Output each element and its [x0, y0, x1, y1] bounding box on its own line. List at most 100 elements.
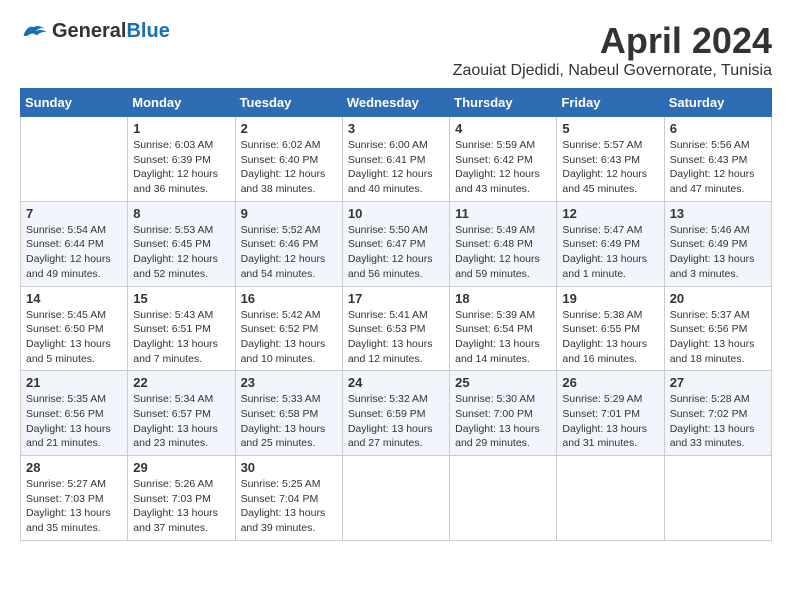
day-info: Sunrise: 5:32 AM Sunset: 6:59 PM Dayligh…: [348, 392, 444, 451]
calendar-cell: 7 Sunrise: 5:54 AM Sunset: 6:44 PM Daylig…: [21, 201, 128, 286]
day-info: Sunrise: 6:03 AM Sunset: 6:39 PM Dayligh…: [133, 138, 229, 197]
logo-bird-icon: [20, 21, 48, 43]
day-number: 2: [241, 121, 337, 136]
calendar-week-row: 14Sunrise: 5:45 AM Sunset: 6:50 PM Dayli…: [21, 286, 772, 371]
calendar-cell: 16 Sunrise: 5:42 AM Sunset: 6:52 PM Dayli…: [235, 286, 342, 371]
day-info: Sunrise: 5:50 AM Sunset: 6:47 PM Dayligh…: [348, 223, 444, 282]
calendar-cell: 14Sunrise: 5:45 AM Sunset: 6:50 PM Dayli…: [21, 286, 128, 371]
day-number: 13: [670, 206, 766, 221]
calendar-cell: 28 Sunrise: 5:27 AM Sunset: 7:03 PM Dayli…: [21, 456, 128, 541]
page-header: GeneralBlue April 2024 Zaouiat Djedidi, …: [20, 20, 772, 80]
day-number: 18: [455, 291, 551, 306]
day-number: 11: [455, 206, 551, 221]
day-info: Sunrise: 5:56 AM Sunset: 6:43 PM Dayligh…: [670, 138, 766, 197]
calendar-cell: 6 Sunrise: 5:56 AM Sunset: 6:43 PM Daylig…: [664, 117, 771, 202]
calendar-cell: 15Sunrise: 5:43 AM Sunset: 6:51 PM Dayli…: [128, 286, 235, 371]
day-info: Sunrise: 5:27 AM Sunset: 7:03 PM Dayligh…: [26, 477, 122, 536]
day-number: 14: [26, 291, 122, 306]
calendar-week-row: 1 Sunrise: 6:03 AM Sunset: 6:39 PM Daylig…: [21, 117, 772, 202]
day-info: Sunrise: 5:57 AM Sunset: 6:43 PM Dayligh…: [562, 138, 658, 197]
day-info: Sunrise: 5:29 AM Sunset: 7:01 PM Dayligh…: [562, 392, 658, 451]
month-title: April 2024: [453, 20, 772, 62]
day-info: Sunrise: 5:39 AM Sunset: 6:54 PM Dayligh…: [455, 308, 551, 367]
day-of-week-header: Sunday: [21, 89, 128, 117]
logo-general: General: [52, 20, 126, 42]
day-number: 17: [348, 291, 444, 306]
day-info: Sunrise: 5:28 AM Sunset: 7:02 PM Dayligh…: [670, 392, 766, 451]
day-info: Sunrise: 6:00 AM Sunset: 6:41 PM Dayligh…: [348, 138, 444, 197]
day-number: 16: [241, 291, 337, 306]
day-number: 1: [133, 121, 229, 136]
calendar-cell: [450, 456, 557, 541]
day-number: 10: [348, 206, 444, 221]
day-info: Sunrise: 5:35 AM Sunset: 6:56 PM Dayligh…: [26, 392, 122, 451]
calendar-week-row: 7 Sunrise: 5:54 AM Sunset: 6:44 PM Daylig…: [21, 201, 772, 286]
day-number: 21: [26, 375, 122, 390]
calendar-week-row: 21 Sunrise: 5:35 AM Sunset: 6:56 PM Dayli…: [21, 371, 772, 456]
calendar-table: SundayMondayTuesdayWednesdayThursdayFrid…: [20, 88, 772, 541]
day-info: Sunrise: 5:30 AM Sunset: 7:00 PM Dayligh…: [455, 392, 551, 451]
calendar-cell: 21 Sunrise: 5:35 AM Sunset: 6:56 PM Dayli…: [21, 371, 128, 456]
day-of-week-header: Thursday: [450, 89, 557, 117]
day-info: Sunrise: 5:47 AM Sunset: 6:49 PM Dayligh…: [562, 223, 658, 282]
day-of-week-header: Friday: [557, 89, 664, 117]
title-block: April 2024 Zaouiat Djedidi, Nabeul Gover…: [453, 20, 772, 80]
day-number: 7: [26, 206, 122, 221]
day-number: 15: [133, 291, 229, 306]
calendar-cell: 19Sunrise: 5:38 AM Sunset: 6:55 PM Dayli…: [557, 286, 664, 371]
day-info: Sunrise: 5:49 AM Sunset: 6:48 PM Dayligh…: [455, 223, 551, 282]
day-info: Sunrise: 5:46 AM Sunset: 6:49 PM Dayligh…: [670, 223, 766, 282]
day-info: Sunrise: 5:37 AM Sunset: 6:56 PM Dayligh…: [670, 308, 766, 367]
day-number: 5: [562, 121, 658, 136]
day-number: 9: [241, 206, 337, 221]
calendar-cell: 18 Sunrise: 5:39 AM Sunset: 6:54 PM Dayli…: [450, 286, 557, 371]
day-number: 20: [670, 291, 766, 306]
day-number: 25: [455, 375, 551, 390]
day-number: 23: [241, 375, 337, 390]
calendar-cell: 4Sunrise: 5:59 AM Sunset: 6:42 PM Daylig…: [450, 117, 557, 202]
day-of-week-header: Monday: [128, 89, 235, 117]
location-title: Zaouiat Djedidi, Nabeul Governorate, Tun…: [453, 62, 772, 80]
day-number: 12: [562, 206, 658, 221]
day-info: Sunrise: 5:25 AM Sunset: 7:04 PM Dayligh…: [241, 477, 337, 536]
logo-blue: Blue: [126, 20, 169, 42]
calendar-cell: [557, 456, 664, 541]
day-info: Sunrise: 5:59 AM Sunset: 6:42 PM Dayligh…: [455, 138, 551, 197]
day-info: Sunrise: 5:53 AM Sunset: 6:45 PM Dayligh…: [133, 223, 229, 282]
logo: GeneralBlue: [20, 20, 170, 43]
day-info: Sunrise: 5:33 AM Sunset: 6:58 PM Dayligh…: [241, 392, 337, 451]
calendar-cell: [21, 117, 128, 202]
calendar-cell: 12 Sunrise: 5:47 AM Sunset: 6:49 PM Dayli…: [557, 201, 664, 286]
calendar-cell: 13 Sunrise: 5:46 AM Sunset: 6:49 PM Dayli…: [664, 201, 771, 286]
day-number: 28: [26, 460, 122, 475]
day-info: Sunrise: 5:42 AM Sunset: 6:52 PM Dayligh…: [241, 308, 337, 367]
day-of-week-header: Tuesday: [235, 89, 342, 117]
day-info: Sunrise: 5:52 AM Sunset: 6:46 PM Dayligh…: [241, 223, 337, 282]
calendar-cell: 24 Sunrise: 5:32 AM Sunset: 6:59 PM Dayli…: [342, 371, 449, 456]
calendar-cell: 30 Sunrise: 5:25 AM Sunset: 7:04 PM Dayli…: [235, 456, 342, 541]
day-info: Sunrise: 5:54 AM Sunset: 6:44 PM Dayligh…: [26, 223, 122, 282]
calendar-cell: [342, 456, 449, 541]
day-number: 24: [348, 375, 444, 390]
day-info: Sunrise: 5:26 AM Sunset: 7:03 PM Dayligh…: [133, 477, 229, 536]
day-number: 30: [241, 460, 337, 475]
day-info: Sunrise: 5:41 AM Sunset: 6:53 PM Dayligh…: [348, 308, 444, 367]
calendar-cell: 22 Sunrise: 5:34 AM Sunset: 6:57 PM Dayli…: [128, 371, 235, 456]
calendar-cell: 29Sunrise: 5:26 AM Sunset: 7:03 PM Dayli…: [128, 456, 235, 541]
day-info: Sunrise: 5:38 AM Sunset: 6:55 PM Dayligh…: [562, 308, 658, 367]
calendar-cell: 10 Sunrise: 5:50 AM Sunset: 6:47 PM Dayli…: [342, 201, 449, 286]
day-number: 6: [670, 121, 766, 136]
calendar-cell: 20 Sunrise: 5:37 AM Sunset: 6:56 PM Dayli…: [664, 286, 771, 371]
day-number: 8: [133, 206, 229, 221]
calendar-cell: 27 Sunrise: 5:28 AM Sunset: 7:02 PM Dayli…: [664, 371, 771, 456]
calendar-cell: 9 Sunrise: 5:52 AM Sunset: 6:46 PM Daylig…: [235, 201, 342, 286]
day-info: Sunrise: 6:02 AM Sunset: 6:40 PM Dayligh…: [241, 138, 337, 197]
calendar-cell: 1 Sunrise: 6:03 AM Sunset: 6:39 PM Daylig…: [128, 117, 235, 202]
calendar-cell: 26Sunrise: 5:29 AM Sunset: 7:01 PM Dayli…: [557, 371, 664, 456]
calendar-cell: 17 Sunrise: 5:41 AM Sunset: 6:53 PM Dayli…: [342, 286, 449, 371]
day-number: 27: [670, 375, 766, 390]
day-number: 22: [133, 375, 229, 390]
calendar-cell: 5 Sunrise: 5:57 AM Sunset: 6:43 PM Daylig…: [557, 117, 664, 202]
day-info: Sunrise: 5:34 AM Sunset: 6:57 PM Dayligh…: [133, 392, 229, 451]
calendar-header-row: SundayMondayTuesdayWednesdayThursdayFrid…: [21, 89, 772, 117]
